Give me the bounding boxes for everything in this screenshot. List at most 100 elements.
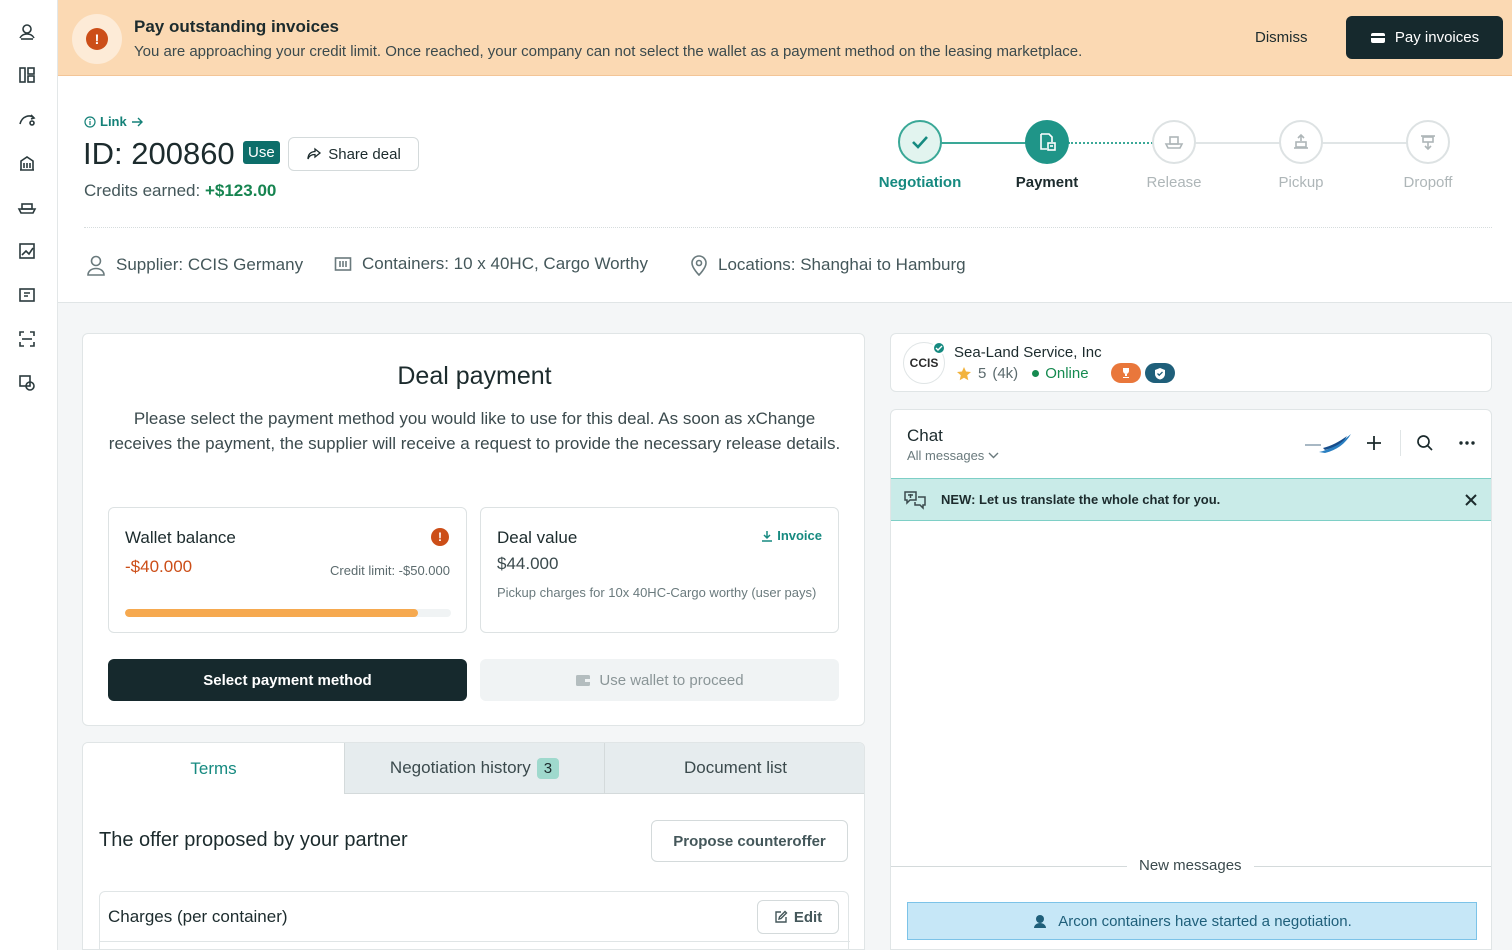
rating-count: (4k) [992,365,1019,382]
propose-counteroffer-button[interactable]: Propose counteroffer [651,820,848,862]
star-icon [957,367,971,381]
deal-tabs-card: Terms Negotiation history 3 Document lis… [82,742,865,950]
translate-banner: NEW: Let us translate the whole chat for… [891,478,1491,521]
deal-header: Link ID: 200860 Use Share deal Credits e… [58,76,1512,303]
step-label: Pickup [1278,174,1324,191]
chevron-down-icon [988,452,999,459]
step-dropoff[interactable]: Dropoff [1368,120,1488,191]
step-negotiation[interactable]: Negotiation [860,120,980,191]
edit-label: Edit [793,908,823,926]
deal-payment-title: Deal payment [397,362,552,390]
edit-button[interactable]: Edit [757,900,839,934]
message-filter-dropdown[interactable]: All messages [907,448,999,463]
person-icon [87,255,105,276]
tab-document-list[interactable]: Document list [604,743,864,794]
container-icon [334,257,352,271]
share-deal-button[interactable]: Share deal [288,137,419,171]
add-icon[interactable] [1363,432,1385,454]
deal-value-card: Deal value Invoice $44.000 Pickup charge… [480,507,839,633]
chat-title: Chat [907,426,943,445]
deal-value-amount: $44.000 [497,554,559,573]
banner-text: You are approaching your credit limit. O… [134,43,1083,60]
map-icon[interactable] [16,284,38,306]
new-messages-label: New messages [1127,857,1254,874]
trophy-badge-icon [1111,363,1141,383]
credit-card-icon [1370,32,1385,43]
deal-payment-description: Please select the payment method you wou… [108,409,841,453]
divider [84,227,1492,228]
deal-value-note: Pickup charges for 10x 40HC-Cargo worthy… [497,585,817,600]
deal-id: ID: 200860 [83,136,235,171]
charges-label: Charges (per container) [108,907,288,926]
ship-icon [1152,120,1196,164]
supplier-name: Sea-Land Service, Inc [954,344,1102,361]
select-payment-method-button[interactable]: Select payment method [108,659,467,701]
containers-text: Containers: 10 x 40HC, Cargo Worthy [362,254,648,273]
edit-icon [775,910,788,923]
step-payment[interactable]: Payment [987,120,1107,191]
coins-icon[interactable] [16,372,38,394]
use-badge: Use [243,141,280,164]
tab-terms-label: Terms [190,758,237,778]
offer-title: The offer proposed by your partner [99,829,408,851]
pay-invoices-label: Pay invoices [1394,29,1480,46]
dropoff-icon [1406,120,1450,164]
supplier-card: CCIS Sea-Land Service, Inc 5 (4k) Online [890,333,1492,392]
agent-icon [1034,915,1047,928]
download-icon [762,530,773,542]
chart-icon[interactable] [16,240,38,262]
containers-info: Containers: 10 x 40HC, Cargo Worthy [334,254,648,274]
step-label: Dropoff [1403,174,1453,191]
share-deal-label: Share deal [328,145,401,163]
invoice-download-link[interactable]: Invoice [761,528,822,543]
rating-value: 5 [978,365,987,382]
info-icon [84,115,96,128]
pickup-icon [1279,120,1323,164]
credits-earned: Credits earned: +$123.00 [84,181,276,201]
message-filter-label: All messages [907,448,985,463]
invoice-label: Invoice [777,528,822,543]
wallet-balance-card: Wallet balance ! -$40.000 Credit limit: … [108,507,467,633]
translate-icon [903,489,927,516]
deal-payment-card: Deal payment Please select the payment m… [82,333,865,726]
wallet-title: Wallet balance [125,528,236,547]
user-icon[interactable] [16,20,38,42]
building-icon[interactable] [16,152,38,174]
use-wallet-label: Use wallet to proceed [599,671,744,689]
tab-negotiation-history[interactable]: Negotiation history 3 [344,743,604,794]
deal-progress-steps: Negotiation Payment Release Pickup Dropo… [858,120,1478,200]
locations-info: Locations: Shanghai to Hamburg [690,254,966,276]
check-icon [898,120,942,164]
company-logo [1303,430,1355,456]
step-release[interactable]: Release [1114,120,1234,191]
online-status: Online [1045,365,1089,382]
tab-terms[interactable]: Terms [83,743,344,794]
warning-icon[interactable]: ! [431,528,449,546]
ship-icon[interactable] [16,196,38,218]
dismiss-button[interactable]: Dismiss [1255,29,1308,46]
online-dot [1032,370,1040,377]
sidebar [0,0,58,950]
grid-icon[interactable] [16,64,38,86]
route-icon[interactable] [16,108,38,130]
search-icon[interactable] [1415,433,1435,453]
scan-icon[interactable] [16,328,38,350]
use-wallet-button[interactable]: Use wallet to proceed [480,659,839,701]
alert-icon: ! [72,14,122,64]
pay-invoices-button[interactable]: Pay invoices [1346,16,1503,59]
step-label: Payment [1015,174,1079,191]
supplier-info: Supplier: CCIS Germany [86,254,303,276]
tab-document-list-label: Document list [684,758,787,777]
step-label: Release [1146,174,1202,191]
wallet-icon [576,674,591,686]
close-icon[interactable] [1463,492,1479,508]
share-icon [307,147,322,160]
divider [100,941,850,942]
history-count-badge: 3 [536,757,560,779]
more-options-icon[interactable] [1457,433,1477,453]
supplier-text: Supplier: CCIS Germany [116,255,304,274]
deal-link[interactable]: Link [84,114,144,129]
step-pickup[interactable]: Pickup [1241,120,1361,191]
deal-value-title: Deal value [497,528,578,547]
chat-panel: Chat All messages NEW: Let us translate … [890,409,1492,950]
